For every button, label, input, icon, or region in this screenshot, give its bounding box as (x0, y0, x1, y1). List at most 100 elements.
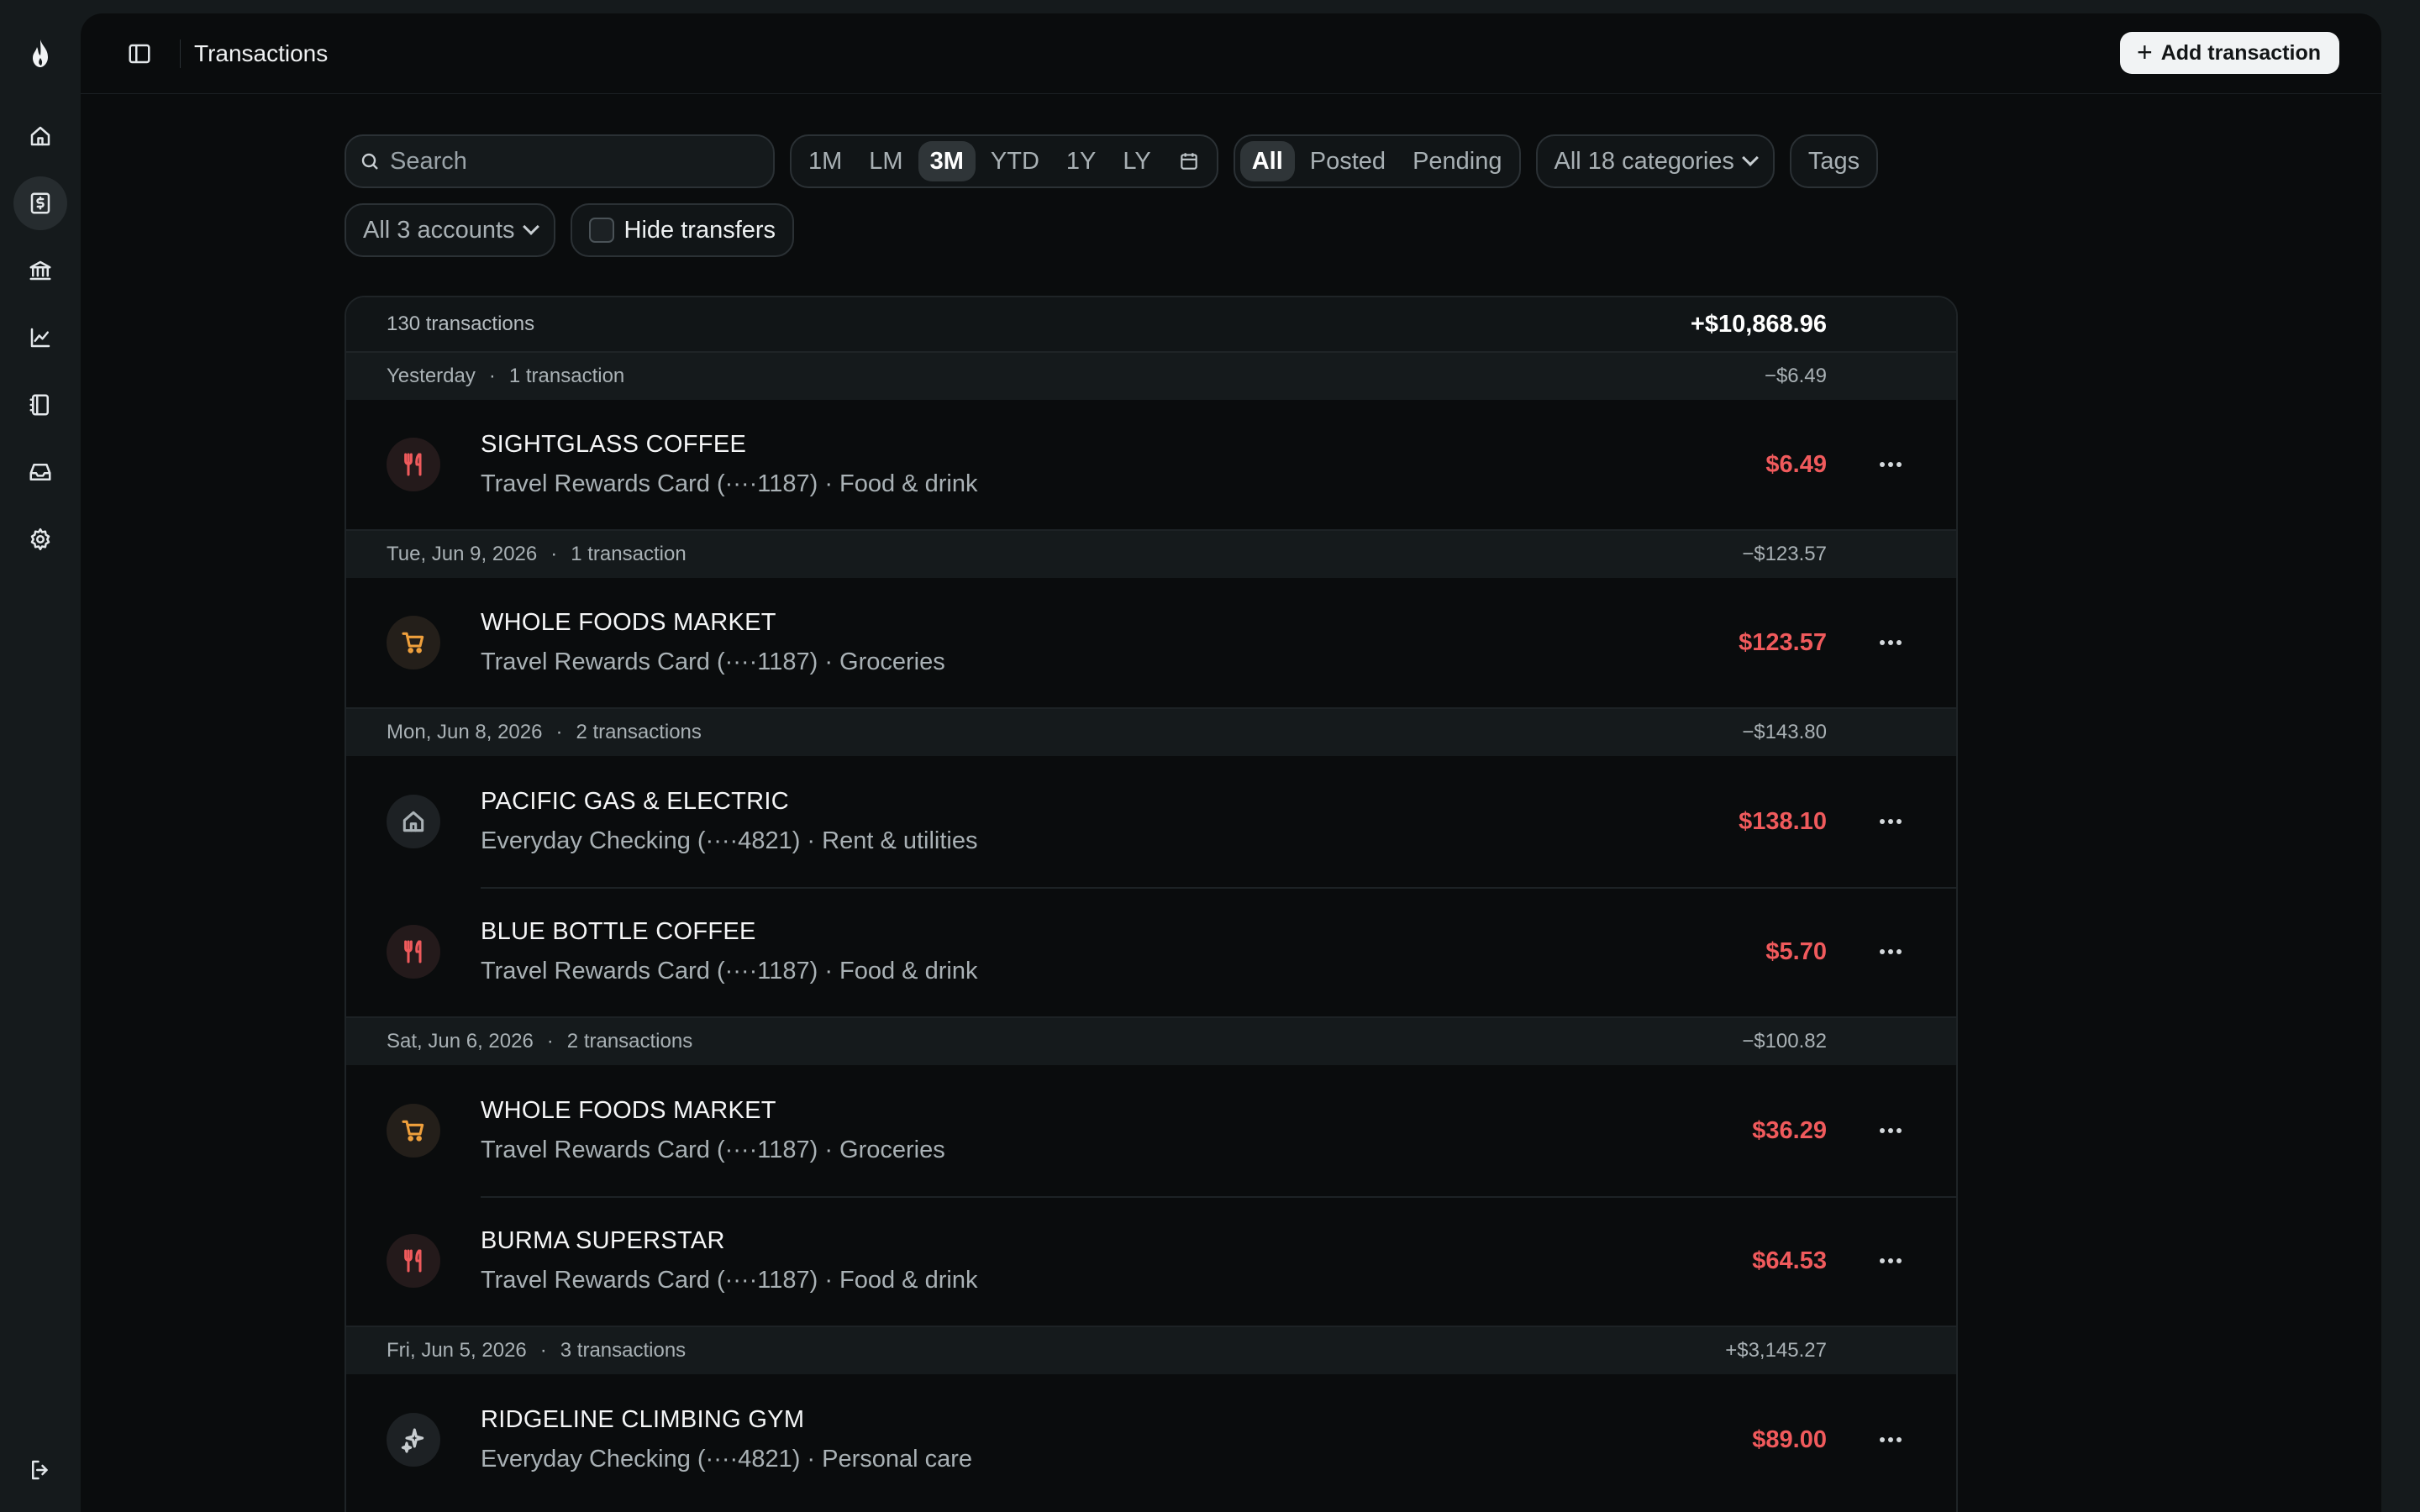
transaction-meta: Everyday Checking (····4821) · Rent & ut… (481, 827, 978, 854)
page-title: Transactions (194, 39, 329, 66)
reports-icon[interactable] (13, 311, 67, 365)
top-bar: Transactions + Add transaction (81, 13, 2381, 94)
settings-icon[interactable] (13, 512, 67, 566)
group-total: −$123.57 (1742, 543, 1827, 565)
categories-dropdown[interactable]: All 18 categories (1535, 134, 1775, 188)
cart-icon (387, 616, 440, 669)
more-options-icon[interactable] (1874, 1244, 1907, 1278)
hide-transfers-checkbox[interactable] (588, 218, 614, 243)
group-date: Sat, Jun 6, 2026 (387, 1030, 534, 1053)
transaction-count: 130 transactions (387, 312, 535, 335)
sidebar-rail (0, 0, 81, 1512)
date-group-header: Sat, Jun 6, 2026 · 2 transactions −$100.82 (346, 1018, 1956, 1065)
calendar-icon[interactable] (1166, 141, 1212, 181)
sidebar-toggle-icon[interactable] (123, 37, 156, 71)
group-date: Mon, Jun 8, 2026 (387, 721, 543, 743)
search-input[interactable]: Search (345, 134, 775, 188)
range-3m[interactable]: 3M (918, 141, 976, 181)
more-options-icon[interactable] (1874, 448, 1907, 481)
fork-knife-icon (387, 1234, 440, 1288)
group-total: +$3,145.27 (1725, 1339, 1827, 1362)
flame-logo-icon[interactable] (20, 34, 60, 74)
merchant-name: WHOLE FOODS MARKET (481, 1097, 776, 1124)
accounts-dropdown[interactable]: All 3 accounts (345, 203, 555, 257)
inbox-icon[interactable] (13, 445, 67, 499)
transaction-meta: Travel Rewards Card (····1187) · Food & … (481, 470, 978, 497)
transaction-meta: Everyday Checking (····4821) · Personal … (481, 1446, 973, 1473)
group-total: −$100.82 (1742, 1030, 1827, 1053)
transactions-icon[interactable] (13, 176, 67, 230)
group-count: 1 transaction (571, 543, 687, 565)
status-pending[interactable]: Pending (1401, 141, 1513, 181)
filter-bar: Search 1M LM 3M YTD 1Y LY All Posted Pen… (345, 134, 2025, 272)
home-icon[interactable] (13, 109, 67, 163)
add-transaction-label: Add transaction (2160, 40, 2321, 65)
merchant-name: BLUE BOTTLE COFFEE (481, 918, 756, 945)
transaction-meta: Travel Rewards Card (····1187) · Food & … (481, 958, 978, 984)
group-date: Fri, Jun 5, 2026 (387, 1339, 527, 1362)
date-group-header: Mon, Jun 8, 2026 · 2 transactions −$143.80 (346, 709, 1956, 756)
table-row[interactable]: PACIFIC GAS & ELECTRIC Everyday Checking… (346, 756, 1956, 887)
more-options-icon[interactable] (1874, 805, 1907, 838)
table-row[interactable]: SIGHTGLASS COFFEE Travel Rewards Card (·… (346, 400, 1956, 531)
transaction-amount: $36.29 (1752, 1116, 1827, 1144)
table-row[interactable]: BLUE BOTTLE COFFEE Travel Rewards Card (… (346, 887, 1956, 1018)
search-icon (361, 153, 378, 170)
transactions-table: 130 transactions +$10,868.96 Yesterday · 1… (345, 296, 1958, 1512)
more-options-icon[interactable] (1874, 626, 1907, 659)
merchant-name: BURMA SUPERSTAR (481, 1227, 725, 1254)
range-lm[interactable]: LM (857, 141, 914, 181)
range-1m[interactable]: 1M (797, 141, 854, 181)
group-count: 1 transaction (508, 365, 625, 387)
range-ytd[interactable]: YTD (979, 141, 1051, 181)
search-placeholder: Search (390, 147, 467, 175)
date-group-header: Tue, Jun 9, 2026 · 1 transaction −$123.57 (346, 531, 1956, 578)
status-all[interactable]: All (1239, 141, 1295, 181)
group-total: −$143.80 (1742, 721, 1827, 743)
date-group-header: Fri, Jun 5, 2026 · 3 transactions +$3,145.… (346, 1327, 1956, 1374)
summary-row: 130 transactions +$10,868.96 (346, 297, 1956, 353)
accounts-icon[interactable] (13, 244, 67, 297)
more-options-icon[interactable] (1874, 935, 1907, 969)
date-group-header: Yesterday · 1 transaction −$6.49 (346, 353, 1956, 400)
transaction-meta: Travel Rewards Card (····1187) · Food & … (481, 1267, 978, 1294)
more-options-icon[interactable] (1874, 1114, 1907, 1147)
transaction-meta: Travel Rewards Card (····1187) · Groceri… (481, 648, 945, 675)
add-transaction-button[interactable]: + Add transaction (2120, 32, 2339, 74)
group-date: Tue, Jun 9, 2026 (387, 543, 538, 565)
group-count: 3 transactions (560, 1339, 687, 1362)
range-ly[interactable]: LY (1111, 141, 1162, 181)
logout-icon[interactable] (13, 1443, 67, 1497)
budget-icon[interactable] (13, 378, 67, 432)
status-posted[interactable]: Posted (1298, 141, 1397, 181)
tags-label: Tags (1807, 147, 1860, 175)
hide-transfers-toggle[interactable]: Hide transfers (570, 203, 795, 257)
table-row[interactable]: BURMA SUPERSTAR Travel Rewards Card (···… (346, 1196, 1956, 1327)
tags-button[interactable]: Tags (1789, 134, 1879, 188)
table-row[interactable]: RIDGELINE CLIMBING GYM Everyday Checking… (346, 1374, 1956, 1505)
merchant-name: PACIFIC GAS & ELECTRIC (481, 788, 790, 815)
table-row[interactable]: WHOLE FOODS MARKET Travel Rewards Card (… (346, 1065, 1956, 1196)
categories-label: All 18 categories (1554, 147, 1734, 175)
group-date: Yesterday (387, 365, 476, 387)
group-count: 2 transactions (566, 1030, 693, 1053)
transaction-amount: $89.00 (1752, 1425, 1827, 1453)
cart-icon (387, 1104, 440, 1158)
transaction-amount: $6.49 (1765, 450, 1827, 478)
transaction-amount: $138.10 (1739, 807, 1827, 835)
transaction-amount: $5.70 (1765, 937, 1827, 965)
table-row[interactable]: WHOLE FOODS MARKET Travel Rewards Card (… (346, 578, 1956, 709)
accounts-label: All 3 accounts (363, 216, 515, 244)
chevron-down-icon (1742, 150, 1759, 166)
house-icon (387, 795, 440, 848)
range-1y[interactable]: 1Y (1055, 141, 1107, 181)
fork-knife-icon (387, 925, 440, 979)
chevron-down-icon (522, 218, 539, 235)
transaction-amount: $64.53 (1752, 1247, 1827, 1274)
more-options-icon[interactable] (1874, 1423, 1907, 1457)
transaction-meta: Travel Rewards Card (····1187) · Groceri… (481, 1137, 945, 1163)
date-range-selector: 1M LM 3M YTD 1Y LY (790, 134, 1218, 188)
plus-icon: + (2137, 37, 2153, 67)
merchant-name: RIDGELINE CLIMBING GYM (481, 1406, 805, 1433)
transaction-total: +$10,868.96 (1690, 310, 1827, 338)
